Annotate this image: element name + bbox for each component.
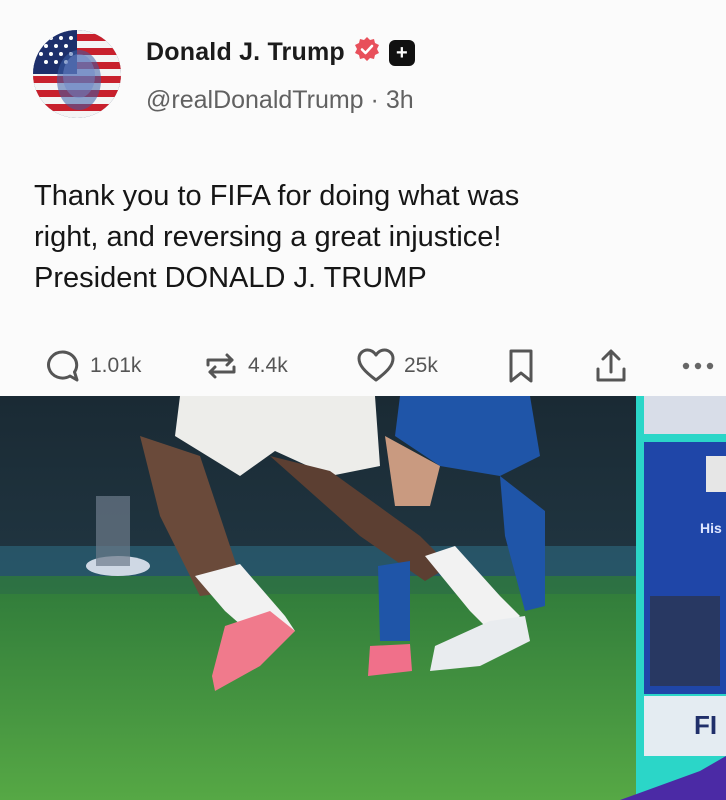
overlay-text: FI (694, 710, 718, 740)
author-name[interactable]: Donald J. Trump (146, 38, 345, 67)
plus-badge-icon: + (388, 39, 415, 66)
handle[interactable]: @realDonaldTrump (146, 86, 364, 114)
action-bar: 1.01k 4.4k 25k (0, 335, 726, 393)
share-button[interactable] (592, 347, 630, 385)
overlay-text: His (700, 520, 722, 536)
repost-icon (202, 347, 240, 385)
heart-icon (356, 347, 396, 385)
avatar[interactable] (33, 30, 121, 118)
post-text: Thank you to FIFA for doing what was rig… (34, 176, 694, 299)
more-icon (680, 347, 720, 385)
post-media[interactable]: His FI (0, 396, 726, 800)
reply-icon (44, 347, 82, 385)
bookmark-button[interactable] (503, 347, 539, 385)
timestamp[interactable]: 3h (386, 86, 414, 114)
like-count: 25k (404, 354, 438, 377)
share-icon (592, 347, 630, 385)
repost-button[interactable]: 4.4k (202, 347, 288, 385)
video-frame (0, 396, 726, 800)
verified-icon (353, 36, 381, 69)
reply-button[interactable]: 1.01k (44, 347, 141, 385)
handle-row: @realDonaldTrump · 3h (146, 86, 414, 115)
post-header: Donald J. Trump + @realDonaldTrump · 3h (0, 0, 726, 150)
bookmark-icon (503, 347, 539, 385)
more-button[interactable] (680, 347, 720, 385)
reply-count: 1.01k (90, 354, 142, 377)
post-text-line: Thank you to FIFA for doing what was (34, 180, 520, 212)
repost-count: 4.4k (248, 354, 288, 377)
separator: · (370, 86, 379, 114)
post-text-line: President DONALD J. TRUMP (34, 262, 427, 294)
like-button[interactable]: 25k (356, 347, 438, 385)
post-text-line: right, and reversing a great injustice! (34, 221, 502, 253)
